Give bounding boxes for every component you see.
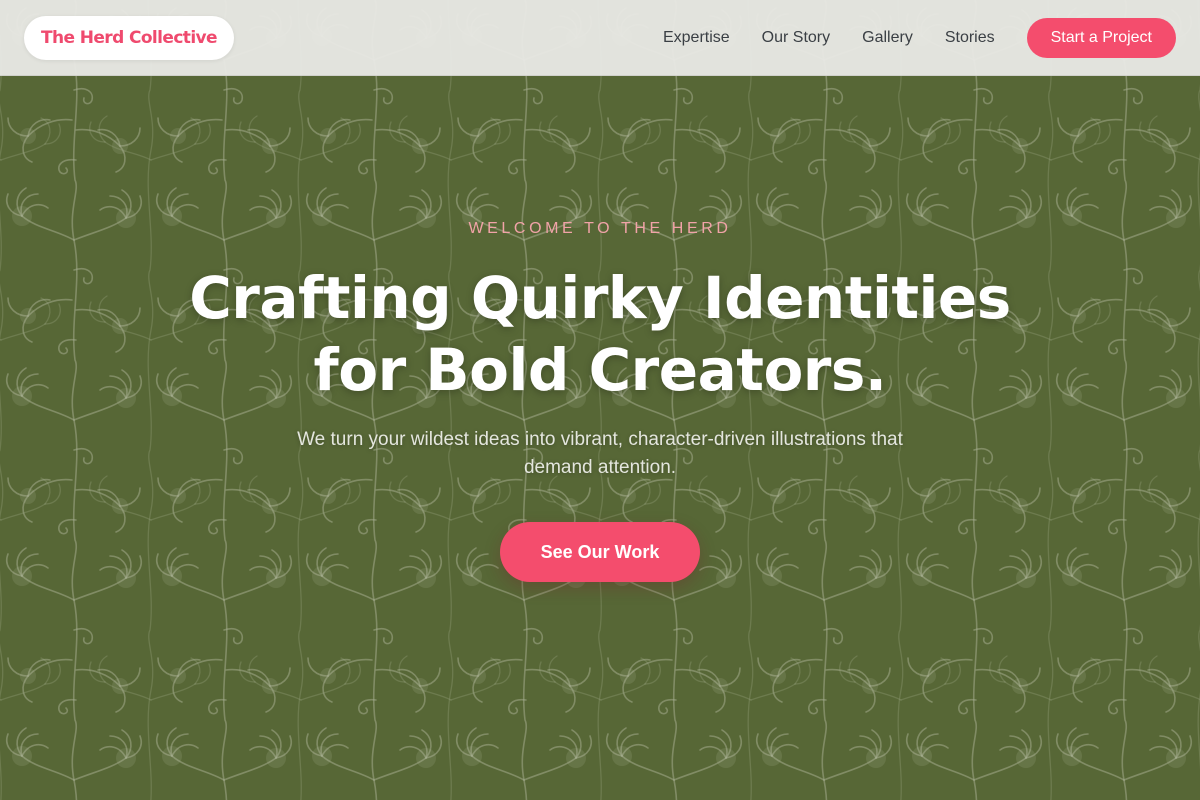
start-project-button[interactable]: Start a Project bbox=[1026, 17, 1176, 58]
logo-link[interactable]: The Herd Collective bbox=[24, 15, 234, 60]
hero-content: WELCOME TO THE HERD Crafting Quirky Iden… bbox=[0, 0, 1200, 800]
main-nav: Expertise Our Story Gallery Stories Star… bbox=[663, 17, 1176, 58]
logo-text: The Herd Collective bbox=[41, 27, 218, 48]
hero-eyebrow: WELCOME TO THE HERD bbox=[468, 220, 732, 237]
see-our-work-button[interactable]: See Our Work bbox=[500, 522, 700, 582]
nav-link-gallery[interactable]: Gallery bbox=[862, 29, 913, 47]
nav-link-our-story[interactable]: Our Story bbox=[762, 29, 830, 47]
site-header: The Herd Collective Expertise Our Story … bbox=[0, 0, 1200, 76]
hero-subtitle: We turn your wildest ideas into vibrant,… bbox=[297, 429, 903, 478]
nav-link-expertise[interactable]: Expertise bbox=[663, 29, 730, 47]
headline-line-2: for Bold Creators. bbox=[313, 336, 887, 404]
hero-headline: Crafting Quirky Identities for Bold Crea… bbox=[0, 262, 1200, 406]
headline-line-1: Crafting Quirky Identities bbox=[189, 264, 1011, 332]
nav-link-stories[interactable]: Stories bbox=[945, 29, 995, 47]
